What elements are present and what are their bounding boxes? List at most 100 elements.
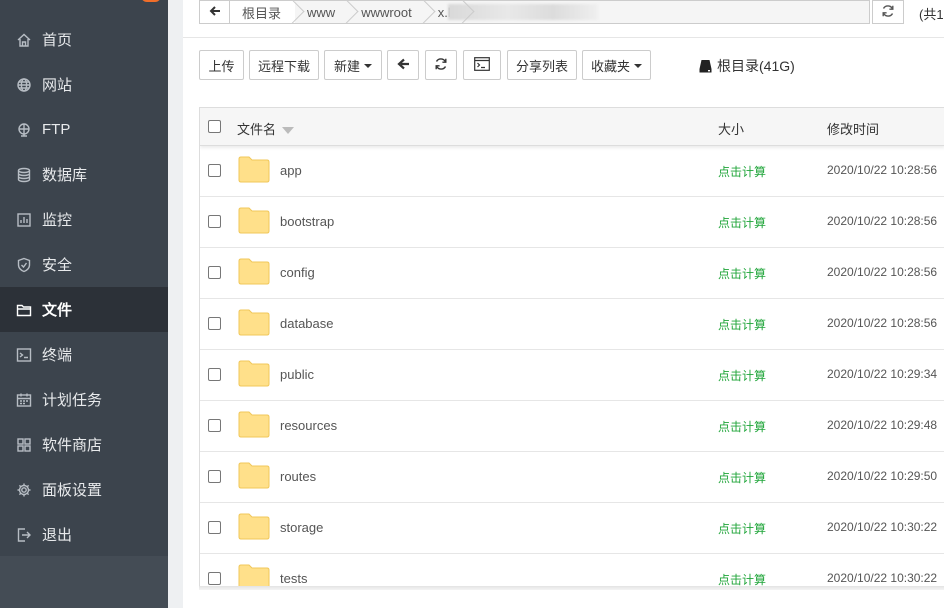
sidebar-item-home[interactable]: 首页 xyxy=(0,17,168,62)
refresh-icon xyxy=(434,57,448,74)
column-header-size[interactable]: 大小 xyxy=(718,119,744,138)
row-checkbox[interactable] xyxy=(208,470,221,483)
table-row[interactable]: database 点击计算 2020/10/22 10:28:56 xyxy=(200,299,944,350)
folder-icon xyxy=(16,302,32,318)
column-header-name-label: 文件名 xyxy=(237,122,277,137)
file-name[interactable]: database xyxy=(280,316,334,331)
row-checkbox[interactable] xyxy=(208,368,221,381)
remote-download-button[interactable]: 远程下载 xyxy=(249,50,319,80)
logout-icon xyxy=(16,527,32,543)
table-row[interactable]: storage 点击计算 2020/10/22 10:30:22 xyxy=(200,503,944,554)
sidebar-footer xyxy=(0,556,168,608)
favorites-dropdown-button[interactable]: 收藏夹 xyxy=(582,50,651,80)
file-name[interactable]: resources xyxy=(280,418,337,433)
calc-size-link[interactable]: 点击计算 xyxy=(718,469,766,486)
file-name[interactable]: bootstrap xyxy=(280,214,334,229)
breadcrumb-wwwroot[interactable]: wwwroot xyxy=(349,1,426,23)
file-name[interactable]: storage xyxy=(280,520,323,535)
file-name[interactable]: public xyxy=(280,367,314,382)
sidebar-item-label: 面板设置 xyxy=(42,482,103,499)
sidebar-item-label: 安全 xyxy=(42,257,73,274)
folder-icon xyxy=(238,258,270,285)
row-checkbox[interactable] xyxy=(208,317,221,330)
select-all-checkbox[interactable] xyxy=(208,120,221,133)
table-row[interactable]: resources 点击计算 2020/10/22 10:29:48 xyxy=(200,401,944,452)
file-name[interactable]: tests xyxy=(280,571,307,586)
table-body: app 点击计算 2020/10/22 10:28:56 bootstrap 点… xyxy=(200,146,944,589)
back-button[interactable] xyxy=(387,50,419,80)
file-name[interactable]: routes xyxy=(280,469,316,484)
refresh-button[interactable] xyxy=(425,50,457,80)
disk-selector[interactable]: 根目录(41G) xyxy=(699,56,795,76)
sidebar-item-terminal[interactable]: 终端 xyxy=(0,332,168,377)
sidebar-item-files[interactable]: 文件 xyxy=(0,287,168,332)
table-row[interactable]: app 点击计算 2020/10/22 10:28:56 xyxy=(200,146,944,197)
apps-icon xyxy=(16,437,32,453)
monitor-icon xyxy=(16,212,32,228)
hard-drive-icon xyxy=(699,60,712,73)
file-mtime: 2020/10/22 10:29:48 xyxy=(827,418,938,432)
row-checkbox[interactable] xyxy=(208,521,221,534)
breadcrumb-current[interactable]: x.l xyxy=(426,1,465,23)
calc-size-link[interactable]: 点击计算 xyxy=(718,163,766,180)
sidebar-item-store[interactable]: 软件商店 xyxy=(0,422,168,467)
sidebar-item-label: 计划任务 xyxy=(42,392,103,409)
sidebar-item-security[interactable]: 安全 xyxy=(0,242,168,287)
favorites-button-label: 收藏夹 xyxy=(590,58,630,74)
calc-size-link[interactable]: 点击计算 xyxy=(718,418,766,435)
calc-size-link[interactable]: 点击计算 xyxy=(718,367,766,384)
calc-size-link[interactable]: 点击计算 xyxy=(718,265,766,282)
file-manager-panel: 根目录 www wwwroot x.l (共1( 上传 远程下载 新建 分享列表… xyxy=(183,0,944,608)
terminal-button[interactable] xyxy=(463,50,501,80)
column-header-name[interactable]: 文件名 xyxy=(237,119,295,138)
breadcrumb-www[interactable]: www xyxy=(295,1,349,23)
breadcrumb[interactable]: 根目录 www wwwroot x.l xyxy=(229,0,870,24)
path-bar: 根目录 www wwwroot x.l (共1( xyxy=(199,0,944,24)
sidebar-item-label: 网站 xyxy=(42,77,73,94)
sidebar: 首页 网站 FTP 数据库 监控 安全 文件 终端 计划任务 软件商店 面板设置… xyxy=(0,0,168,608)
sidebar-item-settings[interactable]: 面板设置 xyxy=(0,467,168,512)
sidebar-item-ftp[interactable]: FTP xyxy=(0,107,168,152)
calc-size-link[interactable]: 点击计算 xyxy=(718,214,766,231)
sidebar-item-label: 文件 xyxy=(42,302,73,319)
table-row[interactable]: bootstrap 点击计算 2020/10/22 10:28:56 xyxy=(200,197,944,248)
sidebar-item-website[interactable]: 网站 xyxy=(0,62,168,107)
disk-label: 根目录(41G) xyxy=(717,58,795,74)
share-list-button[interactable]: 分享列表 xyxy=(507,50,577,80)
row-checkbox[interactable] xyxy=(208,572,221,585)
table-row[interactable]: public 点击计算 2020/10/22 10:29:34 xyxy=(200,350,944,401)
sidebar-item-label: 数据库 xyxy=(42,167,88,184)
table-row[interactable]: routes 点击计算 2020/10/22 10:29:50 xyxy=(200,452,944,503)
sort-down-icon[interactable] xyxy=(282,127,295,135)
new-dropdown-button[interactable]: 新建 xyxy=(324,50,382,80)
file-name[interactable]: config xyxy=(280,265,315,280)
sidebar-item-database[interactable]: 数据库 xyxy=(0,152,168,197)
sidebar-item-monitor[interactable]: 监控 xyxy=(0,197,168,242)
path-refresh-button[interactable] xyxy=(872,0,904,24)
sidebar-item-logout[interactable]: 退出 xyxy=(0,512,168,557)
arrow-left-icon xyxy=(209,5,221,20)
row-checkbox[interactable] xyxy=(208,419,221,432)
row-checkbox[interactable] xyxy=(208,215,221,228)
sidebar-item-label: FTP xyxy=(42,121,71,138)
sidebar-item-label: 监控 xyxy=(42,212,73,229)
arrow-left-icon xyxy=(396,58,410,73)
upload-button[interactable]: 上传 xyxy=(199,50,244,80)
calc-size-link[interactable]: 点击计算 xyxy=(718,316,766,333)
home-icon xyxy=(16,32,32,48)
sidebar-item-cron[interactable]: 计划任务 xyxy=(0,377,168,422)
breadcrumb-root[interactable]: 根目录 xyxy=(230,1,296,23)
row-checkbox[interactable] xyxy=(208,266,221,279)
database-icon xyxy=(16,167,32,183)
notification-badge[interactable] xyxy=(141,0,161,2)
file-name[interactable]: app xyxy=(280,163,302,178)
path-back-button[interactable] xyxy=(199,0,229,24)
sidebar-nav: 首页 网站 FTP 数据库 监控 安全 文件 终端 计划任务 软件商店 面板设置… xyxy=(0,17,168,557)
table-row[interactable]: tests 点击计算 2020/10/22 10:30:22 xyxy=(200,554,944,589)
column-header-mtime[interactable]: 修改时间 xyxy=(827,119,879,138)
calc-size-link[interactable]: 点击计算 xyxy=(718,520,766,537)
file-mtime: 2020/10/22 10:28:56 xyxy=(827,265,938,279)
table-row[interactable]: config 点击计算 2020/10/22 10:28:56 xyxy=(200,248,944,299)
terminal-icon xyxy=(16,347,32,363)
row-checkbox[interactable] xyxy=(208,164,221,177)
